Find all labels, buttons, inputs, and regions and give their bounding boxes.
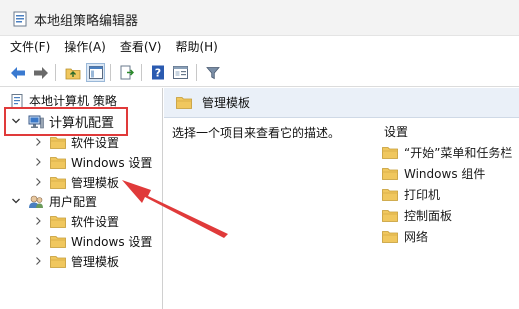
- back-icon[interactable]: [8, 63, 27, 82]
- list-item-label: 网络: [404, 230, 429, 244]
- chevron-right-icon[interactable]: [32, 255, 44, 267]
- tree-label-computer-config: 计算机配置: [49, 115, 115, 131]
- window-title: 本地组策略编辑器: [34, 14, 139, 29]
- details-title: 管理模板: [202, 96, 251, 110]
- forward-icon[interactable]: [31, 63, 50, 82]
- description-text: 选择一个项目来查看它的描述。: [172, 126, 341, 140]
- settings-column-header[interactable]: 设置: [384, 123, 408, 140]
- menu-bar: 文件(F) 操作(A) 查看(V) 帮助(H): [0, 36, 519, 58]
- folder-icon: [382, 209, 398, 222]
- tree-item-user-config[interactable]: 用户配置: [10, 191, 97, 211]
- list-item[interactable]: 打印机: [382, 184, 440, 205]
- gpedit-app-icon: [12, 11, 28, 27]
- details-header: 管理模板: [164, 88, 519, 118]
- gpedit-window: 本地组策略编辑器 文件(F) 操作(A) 查看(V) 帮助(H) ? 本地计算机…: [0, 0, 519, 309]
- folder-icon: [50, 176, 66, 189]
- tree-label-user-config: 用户配置: [49, 194, 98, 209]
- chevron-down-icon[interactable]: [10, 195, 22, 207]
- folder-icon: [50, 136, 66, 149]
- tree-item-user-admin-templates[interactable]: 管理模板: [32, 251, 119, 271]
- details-pane: 管理模板 选择一个项目来查看它的描述。 设置 “开始”菜单和任务栏 Window…: [164, 88, 519, 309]
- folder-icon: [382, 146, 398, 159]
- chevron-right-icon[interactable]: [32, 235, 44, 247]
- tree-item-user-windows-settings[interactable]: Windows 设置: [32, 231, 152, 251]
- show-hide-tree-icon[interactable]: [86, 63, 105, 82]
- list-item[interactable]: 网络: [382, 226, 428, 247]
- tree-item-windows-settings[interactable]: Windows 设置: [32, 152, 152, 172]
- tree-label-user-windows-settings: Windows 设置: [71, 234, 153, 249]
- chevron-down-icon[interactable]: [10, 115, 22, 127]
- list-item-label: 控制面板: [404, 209, 453, 223]
- tree-pane: 本地计算机 策略 计算机配置 软件设置 Windows 设置 管理模板 用户配置…: [0, 88, 163, 309]
- chevron-right-icon[interactable]: [32, 136, 44, 148]
- svg-text:?: ?: [154, 67, 160, 80]
- folder-icon: [176, 96, 192, 109]
- help-icon[interactable]: ?: [148, 63, 167, 82]
- list-item-label: 打印机: [404, 188, 441, 202]
- folder-icon: [382, 167, 398, 180]
- list-item-label: Windows 组件: [404, 167, 486, 181]
- list-item[interactable]: 控制面板: [382, 205, 452, 226]
- menu-help[interactable]: 帮助(H): [168, 36, 224, 58]
- chevron-right-icon[interactable]: [32, 215, 44, 227]
- tree-label-user-software-settings: 软件设置: [71, 214, 120, 229]
- tree-label-software-settings: 软件设置: [71, 135, 120, 150]
- folder-icon: [50, 156, 66, 169]
- list-item-label: “开始”菜单和任务栏: [404, 146, 513, 160]
- menu-view[interactable]: 查看(V): [113, 36, 169, 58]
- folder-icon: [50, 215, 66, 228]
- tree-item-admin-templates[interactable]: 管理模板: [32, 172, 120, 192]
- toolbar: ?: [0, 58, 519, 87]
- chevron-right-icon[interactable]: [32, 176, 44, 188]
- policy-doc-icon: [10, 93, 24, 108]
- export-list-icon[interactable]: [117, 63, 136, 82]
- computer-icon: [28, 115, 44, 128]
- menu-file[interactable]: 文件(F): [0, 36, 57, 58]
- tree-label-admin-templates: 管理模板: [71, 173, 120, 191]
- tree-item-computer-config[interactable]: 计算机配置: [10, 111, 114, 131]
- folder-icon: [382, 230, 398, 243]
- list-item[interactable]: “开始”菜单和任务栏: [382, 142, 512, 163]
- filter-icon[interactable]: [203, 63, 222, 82]
- user-icon: [28, 195, 44, 208]
- folder-icon: [50, 235, 66, 248]
- chevron-right-icon[interactable]: [32, 156, 44, 168]
- tree-root[interactable]: 本地计算机 策略: [10, 90, 117, 110]
- tree-item-user-software-settings[interactable]: 软件设置: [32, 211, 119, 231]
- folder-icon: [382, 188, 398, 201]
- up-folder-icon[interactable]: [63, 63, 82, 82]
- title-bar: 本地组策略编辑器: [0, 0, 519, 36]
- tree-label-windows-settings: Windows 设置: [71, 155, 153, 170]
- tree-root-label: 本地计算机 策略: [29, 93, 117, 108]
- properties-icon[interactable]: [171, 63, 190, 82]
- tree-item-software-settings[interactable]: 软件设置: [32, 132, 119, 152]
- menu-action[interactable]: 操作(A): [57, 36, 113, 58]
- folder-icon: [50, 255, 66, 268]
- list-item[interactable]: Windows 组件: [382, 163, 485, 184]
- tree-label-user-admin-templates: 管理模板: [71, 254, 120, 269]
